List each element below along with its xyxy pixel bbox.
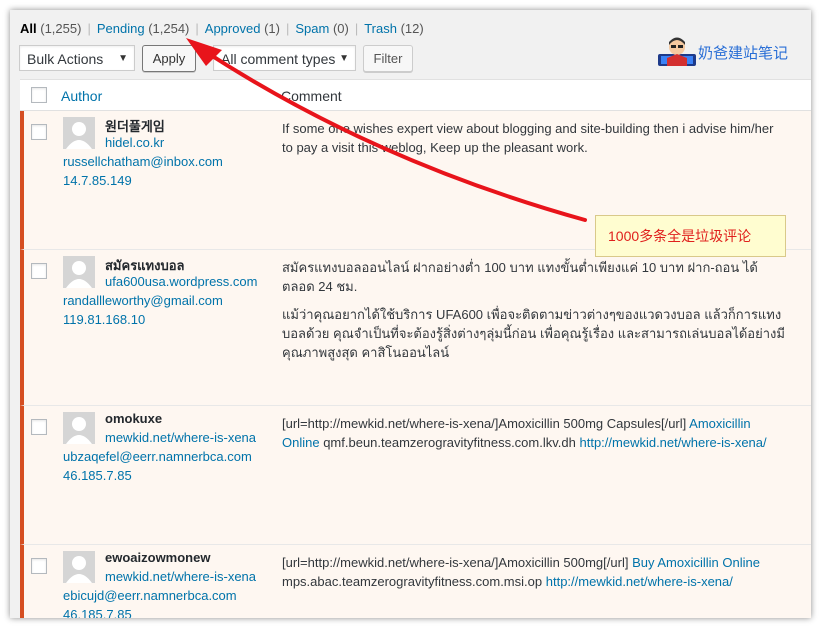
screenshot-frame: All (1,255) | Pending (1,254) | Approved (1)… [10,10,811,618]
bulk-actions-value: Bulk Actions [27,51,104,67]
comment-link[interactable]: Buy Amoxicillin Online [632,555,760,570]
comment-paragraph: สมัครแทงบอลออนไลน์ ฝากอย่างต่ำ 100 บาท แ… [282,260,758,294]
row-checkbox[interactable] [31,124,47,140]
comment-author-email[interactable]: ubzaqefel@eerr.namnerbca.com [63,449,252,464]
comment-paragraph: แม้ว่าคุณอยากได้ใช้บริการ UFA600 เพื่อจะ… [282,307,785,360]
watermark-logo: 奶爸建站笔记 [658,36,788,68]
filter-button[interactable]: Filter [363,45,413,72]
comment-author-email[interactable]: ebicujd@eerr.namnerbca.com [63,588,237,603]
table-row: ewoaizowmonew mewkid.net/where-is-xena e… [20,545,811,618]
chevron-down-icon: ▼ [118,53,128,64]
avatar [63,256,95,288]
comment-text: [url=http://mewkid.net/where-is-xena/]Am… [282,553,787,600]
comment-author-ip[interactable]: 46.185.7.85 [63,468,132,483]
logo-text: 奶爸建站笔记 [698,44,789,62]
comment-link[interactable]: http://mewkid.net/where-is-xena/ [546,574,733,589]
filter-spam[interactable]: Spam (0) [295,21,348,36]
comment-author-ip[interactable]: 14.7.85.149 [63,173,132,188]
row-checkbox[interactable] [31,558,47,574]
column-author[interactable]: Author [61,88,102,104]
chevron-down-icon: ▼ [339,53,349,64]
column-comment: Comment [281,88,342,104]
comment-author-name: 원더풀게임 [105,119,165,134]
comments-table: Author Comment 원더풀게임 hidel.co.kr russell… [20,79,811,618]
comment-author-url[interactable]: hidel.co.kr [105,135,164,150]
comment-paragraph: [url=http://mewkid.net/where-is-xena/]Am… [282,555,760,589]
avatar [63,117,95,149]
annotation-note: 1000多条全是垃圾评论 [595,215,786,257]
avatar [63,412,95,444]
comment-paragraph: [url=http://mewkid.net/where-is-xena/]Am… [282,416,767,450]
filter-pending[interactable]: Pending (1,254) [97,21,190,36]
comment-author-url[interactable]: mewkid.net/where-is-xena [105,569,256,584]
comment-types-value: All comment types [221,51,336,67]
row-checkbox[interactable] [31,263,47,279]
select-all-checkbox[interactable] [31,87,47,103]
table-row: omokuxe mewkid.net/where-is-xena ubzaqef… [20,406,811,545]
comment-author-name: ewoaizowmonew [105,550,211,565]
table-row: สมัครแทงบอล ufa600usa.wordpress.com rand… [20,250,811,406]
filter-all[interactable]: All (1,255) [20,21,81,36]
comment-status-filters: All (1,255) | Pending (1,254) | Approved (1)… [20,21,424,36]
comment-author-name: omokuxe [105,411,163,426]
bulk-actions-select[interactable]: Bulk Actions ▼ [19,45,135,71]
comment-link[interactable]: http://mewkid.net/where-is-xena/ [579,435,766,450]
comment-text: If some one wishes expert view about blo… [282,119,787,166]
row-checkbox[interactable] [31,419,47,435]
comment-text: สมัครแทงบอลออนไลน์ ฝากอย่างต่ำ 100 บาท แ… [282,258,787,371]
comment-text: [url=http://mewkid.net/where-is-xena/]Am… [282,414,787,461]
table-header: Author Comment [20,80,811,111]
comment-author-email[interactable]: randallleworthy@gmail.com [63,293,223,308]
filter-trash[interactable]: Trash (12) [364,21,424,36]
comment-types-select[interactable]: All comment types ▼ [213,45,356,71]
comment-author-ip[interactable]: 119.81.168.10 [63,312,145,327]
avatar-logo-icon [658,37,696,66]
comment-author-name: สมัครแทงบอล [105,258,185,273]
filter-approved[interactable]: Approved (1) [205,21,280,36]
comment-author-url[interactable]: mewkid.net/where-is-xena [105,430,256,445]
comment-author-email[interactable]: russellchatham@inbox.com [63,154,223,169]
apply-button[interactable]: Apply [142,45,196,72]
comment-author-ip[interactable]: 46.185.7.85 [63,607,132,618]
avatar [63,551,95,583]
comment-paragraph: If some one wishes expert view about blo… [282,121,774,155]
comment-author-url[interactable]: ufa600usa.wordpress.com [105,274,257,289]
